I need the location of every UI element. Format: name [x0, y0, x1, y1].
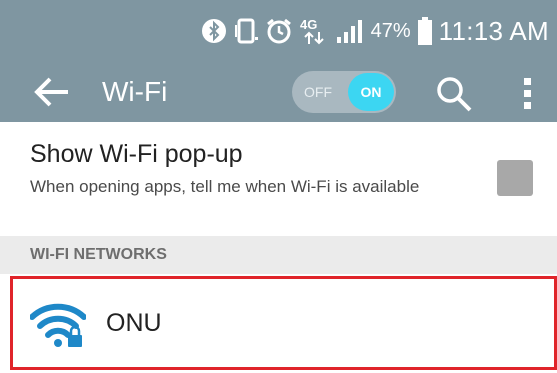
show-wifi-popup-setting[interactable]: Show Wi-Fi pop-up When opening apps, tel… — [0, 122, 557, 236]
action-bar: Wi-Fi OFF ON — [0, 62, 557, 122]
section-header: WI-FI NETWORKS — [0, 236, 557, 274]
network-type-label: 4G — [300, 17, 317, 32]
search-icon[interactable] — [436, 76, 472, 112]
page-title: Wi-Fi — [102, 76, 168, 107]
back-arrow-icon[interactable] — [34, 76, 70, 108]
popup-checkbox[interactable] — [497, 160, 533, 196]
alarm-icon — [266, 18, 291, 44]
toggle-off-label: OFF — [304, 84, 332, 100]
setting-title: Show Wi-Fi pop-up — [30, 140, 243, 168]
status-bar: 4G 47% 11:13 AM — [0, 0, 557, 62]
section-header-label: WI-FI NETWORKS — [30, 246, 167, 263]
bluetooth-icon — [201, 19, 226, 43]
signal-icon — [336, 20, 362, 43]
lte-icon: 4G — [300, 17, 324, 45]
battery-icon — [417, 17, 432, 45]
toggle-on-label: ON — [348, 73, 394, 111]
network-name: ONU — [106, 309, 162, 337]
vibrate-icon — [234, 18, 258, 44]
overflow-menu-icon[interactable] — [521, 76, 535, 112]
wifi-toggle[interactable]: OFF ON — [292, 71, 396, 113]
wifi-secured-icon — [30, 303, 86, 347]
setting-description: When opening apps, tell me when Wi-Fi is… — [30, 177, 420, 196]
battery-percent: 47% — [370, 19, 411, 42]
status-time: 11:13 AM — [438, 15, 549, 46]
status-icons: 4G 47% 11:13 AM — [201, 14, 549, 48]
network-item-onu[interactable]: ONU — [10, 276, 557, 370]
